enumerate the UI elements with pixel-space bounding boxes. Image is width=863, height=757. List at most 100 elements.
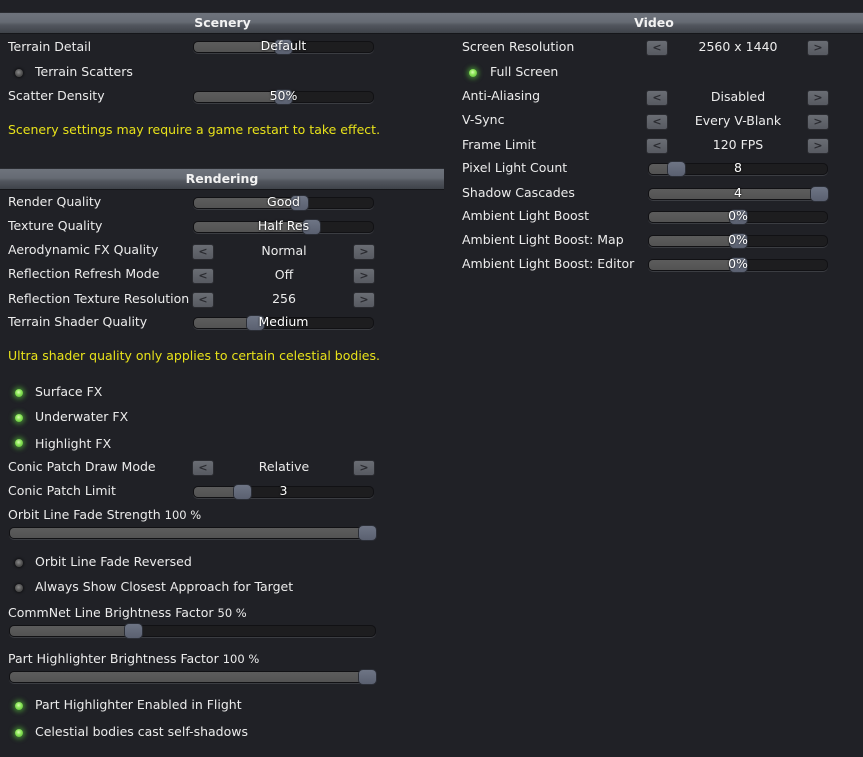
slider-value: 0% xyxy=(728,208,748,223)
ambient-label: Ambient Light Boost xyxy=(462,208,590,223)
vsync-label: V-Sync xyxy=(462,112,505,127)
scenery-header: Scenery xyxy=(0,12,445,34)
full-screen-label[interactable]: Full Screen xyxy=(490,64,558,79)
shader-note: Ultra shader quality only applies to cer… xyxy=(8,348,380,363)
ambient-editor-slider[interactable]: 0% xyxy=(648,256,828,272)
ambient-map-slider[interactable]: 0% xyxy=(648,232,828,248)
slider-value: Good xyxy=(267,194,300,209)
texture-quality-slider[interactable]: Half Res xyxy=(193,218,374,234)
frame-limit-value: 120 FPS xyxy=(712,137,764,152)
vsync-prev-button[interactable]: < xyxy=(647,115,667,129)
reflection-texture-next-button[interactable]: > xyxy=(354,293,374,307)
part-highlighter-title: Part Highlighter Brightness Factor xyxy=(8,651,219,666)
reflection-texture-label: Reflection Texture Resolution xyxy=(8,291,190,306)
slider-value: Medium xyxy=(258,314,309,329)
commnet-label: CommNet Line Brightness Factor 50 % xyxy=(8,605,247,620)
slider-value: 0% xyxy=(728,256,748,271)
orbit-fade-label: Orbit Line Fade Strength 100 % xyxy=(8,507,201,522)
reflection-refresh-prev-button[interactable]: < xyxy=(193,269,213,283)
vsync-next-button[interactable]: > xyxy=(808,115,828,129)
resolution-next-button[interactable]: > xyxy=(808,41,828,55)
resolution-label: Screen Resolution xyxy=(462,39,575,54)
scatter-density-label: Scatter Density xyxy=(8,88,105,103)
reflection-refresh-next-button[interactable]: > xyxy=(354,269,374,283)
ambient-map-label: Ambient Light Boost: Map xyxy=(462,232,624,247)
commnet-value: 50 % xyxy=(217,606,247,620)
slider-value: Half Res xyxy=(257,218,310,233)
part-highlighter-label: Part Highlighter Brightness Factor 100 % xyxy=(8,651,259,666)
resolution-value: 2560 x 1440 xyxy=(698,39,778,54)
terrain-detail-slider[interactable]: Default xyxy=(193,38,374,54)
reflection-refresh-label: Reflection Refresh Mode xyxy=(8,266,160,281)
ambient-slider[interactable]: 0% xyxy=(648,208,828,224)
conic-limit-label: Conic Patch Limit xyxy=(8,483,116,498)
slider-value: 8 xyxy=(734,160,742,175)
conic-mode-label: Conic Patch Draw Mode xyxy=(8,459,156,474)
slider-value: Default xyxy=(260,38,307,53)
shadow-cascades-label: Shadow Cascades xyxy=(462,185,575,200)
slider-thumb[interactable] xyxy=(359,670,376,684)
underwater-fx-toggle-icon[interactable] xyxy=(15,414,23,422)
terrain-scatters-label[interactable]: Terrain Scatters xyxy=(35,64,133,79)
slider-fill xyxy=(10,672,373,682)
scenery-note: Scenery settings may require a game rest… xyxy=(8,122,381,137)
aero-fx-value: Normal xyxy=(261,243,307,258)
closest-approach-toggle-icon[interactable] xyxy=(15,584,23,592)
conic-mode-value: Relative xyxy=(258,459,310,474)
commnet-slider[interactable] xyxy=(9,624,376,638)
shadow-cascades-slider[interactable]: 4 xyxy=(648,185,828,201)
ambient-editor-label: Ambient Light Boost: Editor xyxy=(462,256,635,271)
video-header: Video xyxy=(445,12,863,34)
part-highlighter-value: 100 % xyxy=(222,652,260,666)
highlight-fx-toggle-icon[interactable] xyxy=(15,439,23,447)
highlighter-flight-toggle-icon[interactable] xyxy=(15,702,23,710)
closest-approach-label[interactable]: Always Show Closest Approach for Target xyxy=(35,579,293,594)
orbit-fade-value: 100 % xyxy=(164,508,202,522)
self-shadows-toggle-icon[interactable] xyxy=(15,729,23,737)
conic-limit-slider[interactable]: 3 xyxy=(193,483,374,499)
slider-fill xyxy=(10,626,134,636)
slider-thumb[interactable] xyxy=(124,624,142,638)
terrain-shader-label: Terrain Shader Quality xyxy=(8,314,148,329)
underwater-fx-label[interactable]: Underwater FX xyxy=(35,409,128,424)
reflection-refresh-value: Off xyxy=(274,267,294,282)
orbit-fade-slider[interactable] xyxy=(9,526,376,540)
full-screen-toggle-icon[interactable] xyxy=(469,69,477,77)
slider-value: 3 xyxy=(279,483,288,498)
pixel-light-slider[interactable]: 8 xyxy=(648,160,828,176)
aero-fx-label: Aerodynamic FX Quality xyxy=(8,242,159,257)
anti-aliasing-next-button[interactable]: > xyxy=(808,91,828,105)
orbit-fade-reversed-toggle-icon[interactable] xyxy=(15,559,23,567)
anti-aliasing-label: Anti-Aliasing xyxy=(462,88,541,103)
part-highlighter-slider[interactable] xyxy=(9,670,376,684)
reflection-texture-value: 256 xyxy=(272,291,296,306)
scatter-density-slider[interactable]: 50% xyxy=(193,88,374,104)
orbit-fade-title: Orbit Line Fade Strength xyxy=(8,507,161,522)
anti-aliasing-prev-button[interactable]: < xyxy=(647,91,667,105)
anti-aliasing-value: Disabled xyxy=(710,89,766,104)
frame-limit-next-button[interactable]: > xyxy=(808,139,828,153)
aero-fx-next-button[interactable]: > xyxy=(354,245,374,259)
render-quality-slider[interactable]: Good xyxy=(193,194,374,210)
self-shadows-label[interactable]: Celestial bodies cast self-shadows xyxy=(35,724,248,739)
aero-fx-prev-button[interactable]: < xyxy=(193,245,213,259)
highlighter-flight-label[interactable]: Part Highlighter Enabled in Flight xyxy=(35,697,242,712)
terrain-detail-label: Terrain Detail xyxy=(8,39,92,54)
slider-value: 4 xyxy=(734,185,742,200)
frame-limit-label: Frame Limit xyxy=(462,137,536,152)
rendering-header: Rendering xyxy=(0,168,444,190)
highlight-fx-label[interactable]: Highlight FX xyxy=(35,436,111,451)
terrain-scatters-toggle-icon[interactable] xyxy=(15,69,23,77)
texture-quality-label: Texture Quality xyxy=(8,218,103,233)
surface-fx-toggle-icon[interactable] xyxy=(15,389,23,397)
surface-fx-label[interactable]: Surface FX xyxy=(35,384,102,399)
conic-mode-next-button[interactable]: > xyxy=(354,461,374,475)
orbit-fade-reversed-label[interactable]: Orbit Line Fade Reversed xyxy=(35,554,192,569)
conic-mode-prev-button[interactable]: < xyxy=(193,461,213,475)
frame-limit-prev-button[interactable]: < xyxy=(647,139,667,153)
render-quality-label: Render Quality xyxy=(8,194,102,209)
terrain-shader-slider[interactable]: Medium xyxy=(193,314,374,330)
slider-thumb[interactable] xyxy=(359,526,376,540)
reflection-texture-prev-button[interactable]: < xyxy=(193,293,213,307)
resolution-prev-button[interactable]: < xyxy=(647,41,667,55)
